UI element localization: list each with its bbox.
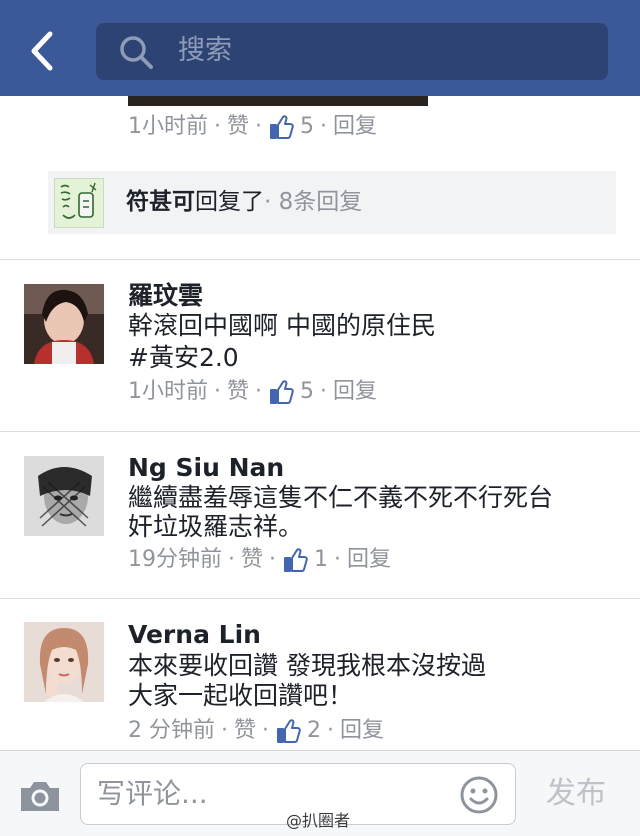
comment-author[interactable]: Ng Siu Nan <box>128 451 284 485</box>
watermark-text: @扒圈者 <box>286 811 351 830</box>
comment-text: 奸垃圾羅志祥。 <box>128 512 304 541</box>
emoji-button[interactable] <box>459 775 499 815</box>
reply-author: 符甚可 <box>126 189 195 215</box>
like-count: 5 <box>300 114 315 139</box>
comment-meta: 19分钟前 · 赞 · 1 · 回复 <box>128 545 391 575</box>
like-link[interactable]: 赞 <box>227 112 249 142</box>
avatar-photo <box>24 284 104 364</box>
smiley-icon <box>460 776 498 814</box>
divider <box>0 431 640 432</box>
avatar-photo <box>24 456 104 536</box>
divider <box>0 259 640 260</box>
comment-time: 2 分钟前 <box>128 718 215 743</box>
comment-author[interactable]: 羅玟雲 <box>128 279 203 313</box>
divider <box>0 598 640 599</box>
search-icon <box>120 36 153 69</box>
reply-link[interactable]: 回复 <box>333 377 377 407</box>
post-button[interactable]: 发布 <box>546 775 606 813</box>
avatar[interactable] <box>24 622 104 702</box>
reply-link[interactable]: 回复 <box>333 112 377 142</box>
reply-avatar-drawing <box>55 179 103 227</box>
like-link[interactable]: 赞 <box>227 377 249 407</box>
comment-time: 1小时前 <box>128 114 208 139</box>
search-placeholder: 搜索 <box>178 35 232 66</box>
comment-text: #黃安2.0 <box>128 343 239 372</box>
comment-meta: 1小时前 · 赞 · 5 · 回复 <box>128 377 377 407</box>
replies-summary-text: 符甚可回复了· 8条回复 <box>126 186 362 218</box>
reply-count: · 8条回复 <box>264 189 363 215</box>
comment-meta: 2 分钟前 · 赞 · 2 · 回复 <box>128 716 384 746</box>
thumbs-up-icon <box>268 379 294 405</box>
avatar[interactable] <box>24 456 104 536</box>
avatar[interactable] <box>24 284 104 364</box>
reply-link[interactable]: 回复 <box>340 716 384 746</box>
search-input[interactable]: 搜索 <box>96 23 608 80</box>
camera-button[interactable] <box>18 778 62 814</box>
comment-text: 繼續盡羞辱這隻不仁不義不死不行死台 <box>128 483 554 512</box>
thumbs-up-icon <box>282 547 308 573</box>
back-chevron-icon <box>31 31 53 71</box>
watermark: @扒圈者 <box>286 810 350 832</box>
thumbs-up-icon <box>268 114 294 140</box>
comment-time: 1小时前 <box>128 379 208 404</box>
reply-action: 回复了 <box>195 189 264 215</box>
like-count: 2 <box>307 718 322 743</box>
comment-text: 大家一起收回讚吧！ <box>128 681 354 710</box>
comment-placeholder: 写评论... <box>97 777 208 810</box>
comment-text: 本來要收回讚 發現我根本沒按過 <box>128 651 486 680</box>
like-count: 5 <box>300 379 315 404</box>
previous-comment-photo[interactable] <box>128 96 428 106</box>
back-button[interactable] <box>22 26 66 76</box>
comment-text: 幹滾回中國啊 中國的原住民 <box>128 311 436 340</box>
thumbs-up-icon <box>275 718 301 744</box>
top-bar: 搜索 <box>0 0 640 96</box>
avatar-photo <box>24 622 104 702</box>
camera-icon <box>21 782 59 811</box>
comment-meta: 1小时前 · 赞 · 5 · 回复 <box>128 112 377 142</box>
like-link[interactable]: 赞 <box>234 716 256 746</box>
like-count: 1 <box>314 547 329 572</box>
comment-author[interactable]: Verna Lin <box>128 618 261 652</box>
like-link[interactable]: 赞 <box>241 545 263 575</box>
comment-time: 19分钟前 <box>128 547 222 572</box>
view-replies-button[interactable]: 符甚可回复了· 8条回复 <box>48 171 616 234</box>
reply-avatar <box>54 178 104 228</box>
reply-link[interactable]: 回复 <box>347 545 391 575</box>
